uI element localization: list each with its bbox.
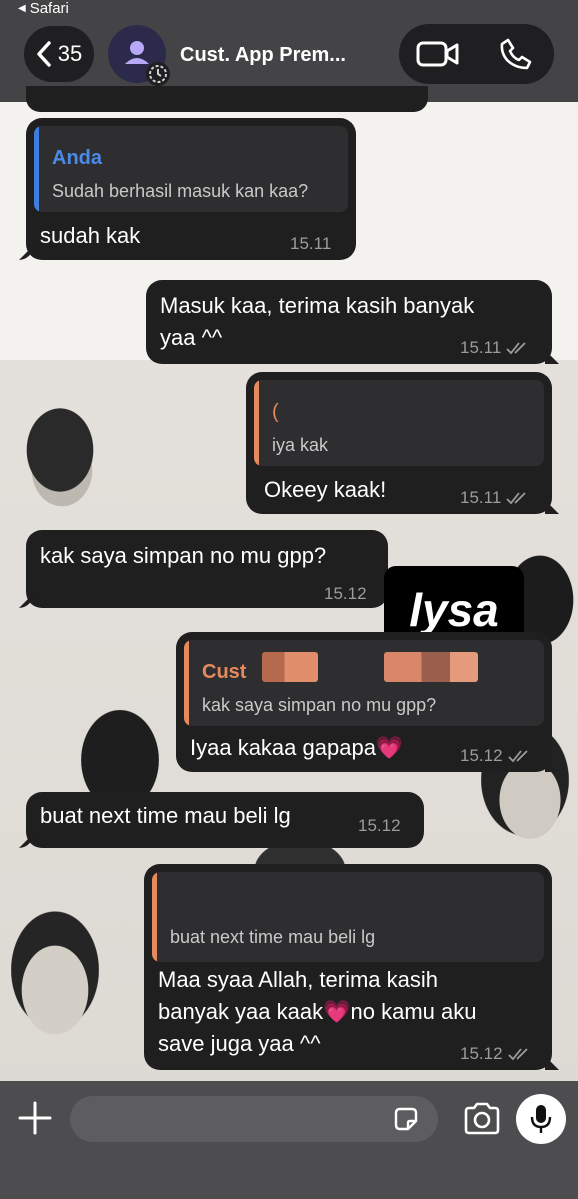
redacted-name-block bbox=[384, 652, 478, 682]
redacted-name-block bbox=[262, 652, 318, 682]
quote-text: iya kak bbox=[272, 435, 329, 455]
message-bubble-outgoing[interactable]: ( iya kak Okeey kaak! 15.11 bbox=[246, 372, 559, 514]
message-time-status: 15.11 bbox=[460, 486, 529, 511]
camera-button[interactable] bbox=[462, 1101, 502, 1137]
microphone-icon bbox=[530, 1105, 552, 1133]
quote-author: ( bbox=[272, 401, 279, 423]
back-app-label: Safari bbox=[29, 0, 69, 17]
call-controls bbox=[399, 24, 554, 84]
unread-count: 35 bbox=[57, 41, 83, 66]
voice-call-button[interactable] bbox=[477, 24, 554, 84]
message-text-line: Masuk kaa, terima kasih banyak bbox=[160, 293, 475, 318]
message-text: Okeey kaak! bbox=[264, 477, 387, 502]
message-text: Iyaa kakaa gapapa💗 bbox=[190, 735, 404, 760]
timer-icon bbox=[149, 65, 167, 83]
message-bubble-outgoing[interactable]: buat next time mau beli lg Maa syaa Alla… bbox=[144, 864, 559, 1070]
quote-author: Cust bbox=[202, 661, 247, 683]
message-time: 15.11 bbox=[460, 338, 502, 357]
message-time-status: 15.12 bbox=[460, 1042, 531, 1067]
attach-button[interactable] bbox=[16, 1099, 54, 1137]
quote-text: buat next time mau beli lg bbox=[170, 927, 376, 947]
message-text: buat next time mau beli lg bbox=[40, 803, 291, 828]
message-text-line: save juga yaa ^^ bbox=[158, 1031, 321, 1056]
message-time: 15.12 bbox=[358, 816, 401, 835]
plus-icon bbox=[18, 1101, 52, 1135]
double-check-icon bbox=[507, 750, 528, 763]
message-time: 15.11 bbox=[460, 488, 502, 507]
quote-text: Sudah berhasil masuk kan kaa? bbox=[52, 181, 309, 201]
back-button[interactable]: 35 bbox=[24, 26, 94, 82]
message-time: 15.12 bbox=[324, 584, 367, 603]
sticker-button[interactable] bbox=[392, 1105, 420, 1133]
message-bubble-outgoing[interactable]: Cust kak saya simpan no mu gpp? Iyaa kak… bbox=[176, 632, 559, 772]
message-bubble-incoming[interactable]: kak saya simpan no mu gpp? 15.12 bbox=[19, 530, 388, 608]
message-bubble-partial bbox=[26, 86, 428, 112]
message-text: kak saya simpan no mu gpp? bbox=[40, 543, 327, 568]
sticker-icon bbox=[394, 1107, 418, 1131]
double-check-icon bbox=[507, 1048, 528, 1061]
video-call-button[interactable] bbox=[399, 24, 476, 84]
back-to-app-link[interactable]: ◀ Safari bbox=[18, 0, 69, 17]
message-time-status: 15.12 bbox=[460, 744, 531, 769]
video-camera-icon bbox=[416, 41, 458, 67]
quote-author: Anda bbox=[52, 147, 102, 169]
chevron-left-icon bbox=[37, 41, 51, 67]
phone-icon bbox=[500, 38, 531, 70]
chat-title[interactable]: Cust. App Prem... bbox=[180, 44, 346, 67]
quote-text: kak saya simpan no mu gpp? bbox=[202, 695, 437, 715]
message-time: 15.11 bbox=[290, 234, 332, 253]
quoted-message[interactable]: Anda Sudah berhasil masuk kan kaa? bbox=[34, 126, 348, 212]
double-check-icon bbox=[506, 342, 526, 355]
message-time: 15.12 bbox=[460, 1044, 503, 1063]
message-text-line: Maa syaa Allah, terima kasih bbox=[158, 967, 439, 992]
message-bubble-incoming[interactable]: buat next time mau beli lg 15.12 bbox=[19, 792, 424, 848]
quoted-message[interactable]: Cust kak saya simpan no mu gpp? bbox=[184, 640, 544, 726]
quoted-message[interactable]: buat next time mau beli lg bbox=[152, 872, 544, 962]
message-text-line: yaa ^^ bbox=[160, 325, 223, 350]
message-bubble-incoming[interactable]: Anda Sudah berhasil masuk kan kaa? sudah… bbox=[19, 118, 356, 260]
status-bar: ◀ Safari bbox=[0, 0, 578, 22]
message-time-status: 15.11 bbox=[460, 336, 529, 361]
message-time: 15.12 bbox=[460, 746, 503, 765]
voice-message-button[interactable] bbox=[516, 1094, 566, 1144]
message-input-bar bbox=[0, 1081, 578, 1199]
message-bubble-outgoing[interactable]: Masuk kaa, terima kasih banyak yaa ^^ 15… bbox=[146, 280, 559, 364]
message-text: sudah kak bbox=[40, 223, 141, 248]
camera-icon bbox=[464, 1102, 500, 1135]
quoted-message[interactable]: ( iya kak bbox=[254, 380, 544, 466]
back-triangle-icon: ◀ bbox=[18, 3, 26, 14]
message-text-line: banyak yaa kaak💗no kamu aku bbox=[158, 999, 477, 1024]
message-input[interactable] bbox=[70, 1096, 438, 1142]
disappearing-timer-badge bbox=[146, 62, 170, 86]
double-check-icon bbox=[506, 492, 526, 505]
